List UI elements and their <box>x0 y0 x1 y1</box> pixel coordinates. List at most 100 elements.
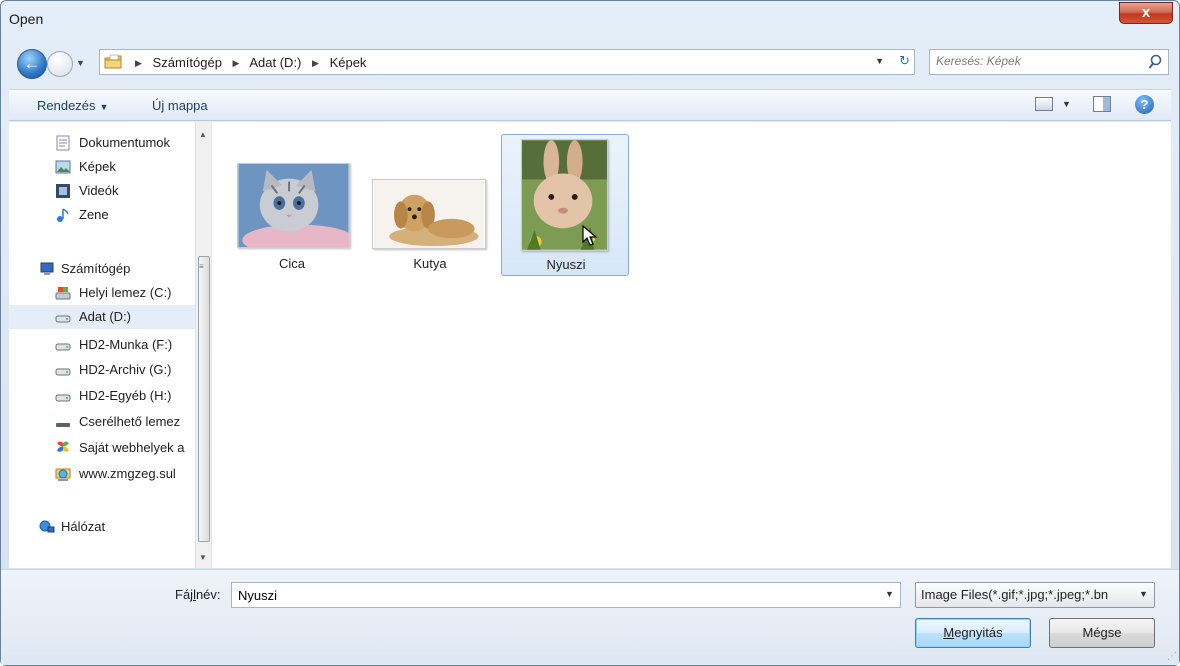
puppy-photo <box>372 179 486 249</box>
organize-label: Rendezés <box>37 98 96 113</box>
search-box[interactable] <box>929 49 1169 75</box>
chevron-down-icon[interactable]: ▼ <box>875 56 884 66</box>
preview-pane-icon[interactable] <box>1093 96 1111 112</box>
sidebar-item-drive-h[interactable]: HD2-Egyéb (H:) <box>9 384 195 408</box>
chevron-right-icon[interactable]: ▶ <box>233 58 240 68</box>
sidebar-item-computer[interactable]: Számítógép <box>9 257 195 281</box>
recent-locations-icon[interactable]: ▼ <box>76 58 85 68</box>
file-type-select[interactable]: Image Files(*.gif;*.jpg;*.jpeg;*.bn <box>915 582 1155 608</box>
sidebar-scrollbar[interactable]: ▲ ≡ ▼ <box>195 122 211 568</box>
filename-input[interactable] <box>231 582 901 608</box>
grip-icon: ≡ <box>199 262 204 271</box>
scroll-down-arrow-icon[interactable]: ▼ <box>199 553 207 562</box>
open-button[interactable]: Megnyitás <box>915 618 1031 648</box>
chevron-down-icon[interactable]: ▼ <box>1139 589 1148 599</box>
navigation-bar: ← ▼ ▶ Számítógép ▶ Adat (D:) ▶ Képek ▼ ↻ <box>9 45 1171 83</box>
sidebar-item-label: HD2-Archiv (G:) <box>79 362 172 377</box>
filename-label-text-end: név: <box>195 587 221 602</box>
close-button[interactable]: x <box>1119 2 1173 24</box>
kitten-photo <box>237 163 350 248</box>
sidebar-item-label: Dokumentumok <box>79 135 171 150</box>
sidebar-item-drive-g[interactable]: HD2-Archiv (G:) <box>9 358 195 382</box>
breadcrumb-item-drive[interactable]: Adat (D:) <box>249 55 301 70</box>
removable-drive-icon <box>56 423 70 427</box>
scrollbar-thumb[interactable] <box>198 256 210 542</box>
pictures-icon <box>55 160 71 174</box>
file-item-nyuszi[interactable]: Nyuszi <box>501 134 629 276</box>
search-icon[interactable] <box>1148 54 1162 70</box>
sidebar-item-documents[interactable]: Dokumentumok <box>9 131 195 155</box>
new-folder-button[interactable]: Új mappa <box>152 98 208 113</box>
back-button[interactable]: ← <box>17 49 47 79</box>
chevron-down-icon[interactable]: ▼ <box>885 589 894 599</box>
mouse-pointer-icon <box>582 225 598 246</box>
forward-button[interactable] <box>47 51 73 77</box>
file-item-cica[interactable]: Cica <box>228 134 356 276</box>
sidebar-item-system-drive[interactable]: Helyi lemez (C:) <box>9 281 195 305</box>
sidebar-item-label: Hálózat <box>61 519 106 534</box>
network-icon <box>39 520 55 533</box>
search-input[interactable] <box>936 54 1136 68</box>
open-file-dialog: Open x ← ▼ ▶ Számítógép ▶ Adat (D:) ▶ Ké… <box>0 0 1180 666</box>
address-bar[interactable]: ▶ Számítógép ▶ Adat (D:) ▶ Képek ▼ ↻ <box>99 49 915 75</box>
sidebar-item-network[interactable]: Hálózat <box>9 515 195 539</box>
file-item-kutya[interactable]: Kutya <box>366 134 494 276</box>
sidebar-item-drive-d[interactable]: Adat (D:) <box>9 305 195 329</box>
breadcrumb: ▶ Számítógép ▶ Adat (D:) ▶ Képek <box>128 55 366 70</box>
sidebar-item-label: Cserélhető lemez <box>79 414 181 429</box>
sidebar-item-label: Adat (D:) <box>79 309 132 324</box>
sidebar-item-label: Videók <box>79 183 119 198</box>
sidebar-item-label: Saját webhelyek a <box>79 440 185 455</box>
filename-label: Fájlnév: <box>175 587 221 602</box>
file-list: Cica Kutya Nyuszi <box>212 122 1171 568</box>
videos-icon <box>56 184 70 198</box>
sidebar-item-label: Képek <box>79 159 116 174</box>
computer-icon <box>40 262 54 275</box>
file-name-label: Cica <box>278 256 305 271</box>
sidebar-item-web-folders[interactable]: Saját webhelyek a <box>9 436 195 460</box>
organize-button[interactable]: Rendezés ▼ <box>37 98 108 113</box>
sidebar-item-label: Zene <box>79 207 109 222</box>
file-name-label: Kutya <box>413 256 447 271</box>
scroll-up-arrow-icon[interactable]: ▲ <box>199 130 207 139</box>
chevron-right-icon[interactable]: ▶ <box>135 58 142 68</box>
drive-icon <box>55 394 71 402</box>
chevron-right-icon[interactable]: ▶ <box>312 58 319 68</box>
sidebar-item-network-location[interactable]: www.zmgzeg.sul <box>9 462 195 486</box>
folder-icon <box>104 54 122 69</box>
help-icon[interactable]: ? <box>1135 95 1154 114</box>
sidebar-item-label: Számítógép <box>61 261 131 276</box>
filename-label-text: Fáj <box>175 587 194 602</box>
command-bar: Rendezés ▼ Új mappa ▼ ? <box>9 89 1171 121</box>
drive-icon <box>55 315 71 323</box>
sidebar-item-videos[interactable]: Videók <box>9 179 195 203</box>
sidebar-item-pictures[interactable]: Képek <box>9 155 195 179</box>
resize-grip-icon[interactable]: ⋰ <box>1167 651 1177 662</box>
window-title: Open <box>9 11 44 27</box>
navigation-pane: Dokumentumok Képek Videók Zene Számítógé… <box>9 122 211 568</box>
open-button-accesskey: M <box>943 625 955 640</box>
sidebar-item-removable[interactable]: Cserélhető lemez <box>9 410 195 434</box>
network-location-icon <box>55 468 71 481</box>
title-bar[interactable]: Open x <box>1 1 1179 37</box>
chevron-down-icon: ▼ <box>99 102 109 112</box>
sidebar-item-label: HD2-Egyéb (H:) <box>79 388 172 403</box>
drive-icon <box>55 368 71 376</box>
system-drive-icon <box>55 287 71 300</box>
documents-icon <box>56 135 70 151</box>
refresh-icon[interactable]: ↻ <box>899 53 910 69</box>
sidebar-item-music[interactable]: Zene <box>9 203 195 227</box>
cancel-button[interactable]: Mégse <box>1049 618 1155 648</box>
sidebar-item-label: Helyi lemez (C:) <box>79 285 172 300</box>
breadcrumb-item-computer[interactable]: Számítógép <box>153 55 222 70</box>
breadcrumb-item-folder[interactable]: Képek <box>330 55 367 70</box>
music-icon <box>57 208 69 222</box>
drive-icon <box>55 343 71 351</box>
view-mode-icon[interactable] <box>1035 97 1053 111</box>
sidebar-item-label: www.zmgzeg.sul <box>79 466 176 481</box>
web-folder-icon <box>57 441 69 452</box>
bottom-panel: Fájlnév: ▼ Image Files(*.gif;*.jpg;*.jpe… <box>1 569 1179 665</box>
sidebar-item-drive-f[interactable]: HD2-Munka (F:) <box>9 333 195 357</box>
open-button-label: egnyitás <box>954 625 1003 640</box>
chevron-down-icon[interactable]: ▼ <box>1062 99 1071 109</box>
